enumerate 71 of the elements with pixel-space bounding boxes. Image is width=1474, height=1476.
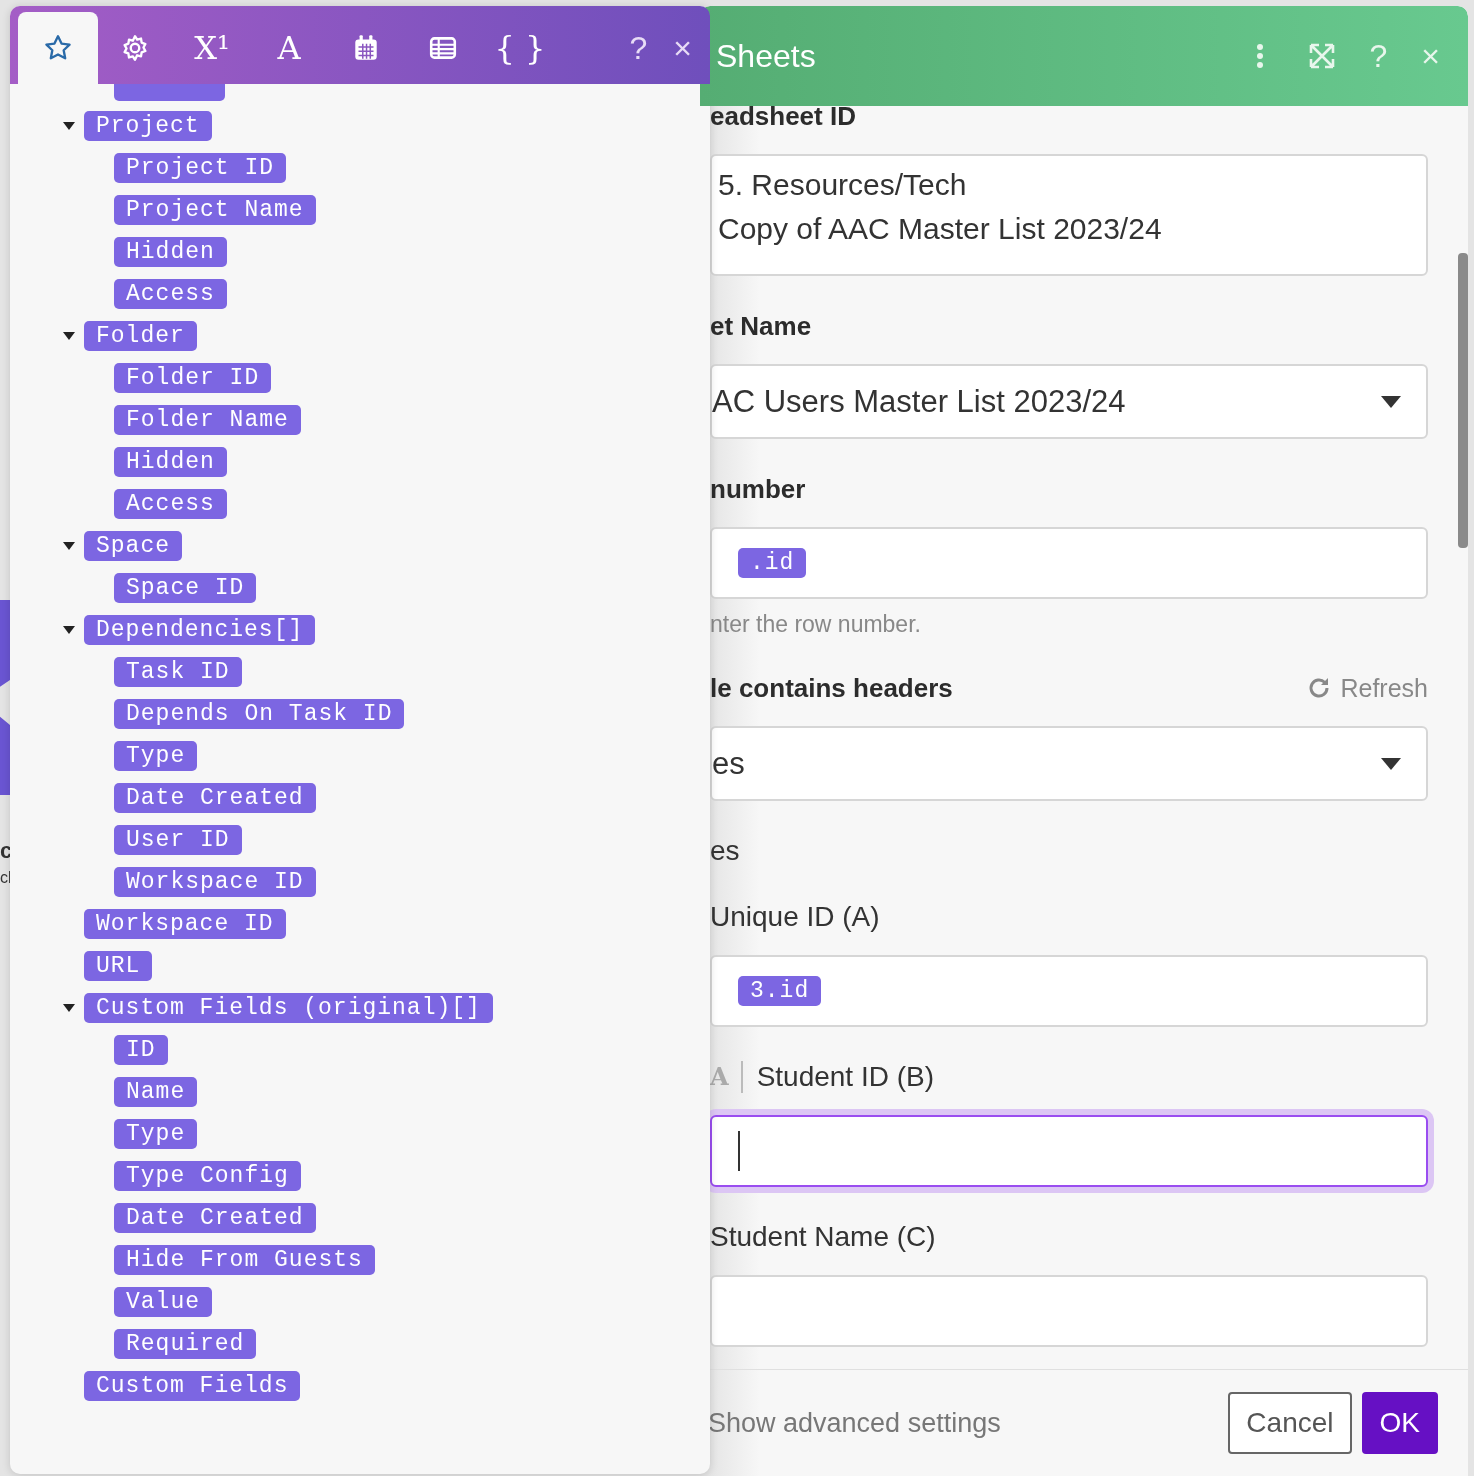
scrollbar[interactable] bbox=[1458, 253, 1468, 548]
field-chip[interactable]: Type bbox=[114, 1119, 198, 1149]
caret-icon[interactable] bbox=[62, 625, 76, 635]
spreadsheet-field[interactable]: 5. Resources/Tech Copy of AAC Master List 2023/24 bbox=[710, 154, 1428, 276]
canvas-text: cl bbox=[0, 870, 12, 886]
caret-icon[interactable] bbox=[62, 121, 76, 131]
field-chip[interactable]: Depends On Task ID bbox=[114, 699, 405, 729]
field-chip[interactable] bbox=[114, 84, 225, 101]
field-chip[interactable]: Folder bbox=[84, 321, 197, 351]
field-chip[interactable]: Folder Name bbox=[114, 405, 301, 435]
field-label: le contains headers bbox=[710, 672, 954, 704]
refresh-button[interactable]: Refresh bbox=[1306, 673, 1428, 703]
field-chip[interactable]: Workspace ID bbox=[84, 909, 286, 939]
field-chip[interactable]: Type bbox=[114, 741, 198, 771]
token-chip[interactable]: .id bbox=[738, 548, 807, 578]
header-action[interactable]: × bbox=[673, 12, 692, 84]
field-chip[interactable]: URL bbox=[84, 951, 153, 981]
field-chip[interactable]: Task ID bbox=[114, 657, 242, 687]
field-chip[interactable]: User ID bbox=[114, 825, 242, 855]
toolbar-tab[interactable]: { } bbox=[480, 12, 560, 84]
field-chip[interactable]: Access bbox=[114, 489, 227, 519]
advanced-settings-toggle[interactable]: Show advanced settings bbox=[708, 1407, 1219, 1439]
ok-button[interactable]: OK bbox=[1361, 1392, 1438, 1454]
field-label: es bbox=[710, 835, 741, 867]
hint-text: nter the row number. bbox=[710, 611, 922, 638]
input-field[interactable]: 3.id bbox=[710, 955, 1428, 1027]
cancel-button[interactable]: Cancel bbox=[1228, 1392, 1352, 1454]
field-chip[interactable]: Hide From Guests bbox=[114, 1245, 375, 1275]
field-chip[interactable]: Workspace ID bbox=[114, 867, 316, 897]
field-chip[interactable]: Space bbox=[84, 531, 182, 561]
field-chip[interactable]: Name bbox=[114, 1077, 198, 1107]
field-label: number bbox=[710, 473, 807, 505]
field-label: Student Name (C) bbox=[710, 1221, 937, 1253]
token-chip[interactable]: 3.id bbox=[738, 976, 822, 1006]
caret-icon bbox=[1380, 756, 1402, 771]
field-chip[interactable]: Custom Fields bbox=[84, 1371, 301, 1401]
caret-icon[interactable] bbox=[62, 541, 76, 551]
select-field[interactable]: es bbox=[710, 726, 1428, 801]
field-chip[interactable]: Space ID bbox=[114, 573, 257, 603]
toolbar-tab[interactable]: A bbox=[249, 12, 329, 84]
field-chip[interactable]: Date Created bbox=[114, 1203, 316, 1233]
select-field[interactable]: AC Users Master List 2023/24 bbox=[710, 364, 1428, 439]
field-chip[interactable]: Folder ID bbox=[114, 363, 272, 393]
field-label: Student ID (B) bbox=[756, 1061, 936, 1093]
field-chip[interactable]: Type Config bbox=[114, 1161, 301, 1191]
text-cursor bbox=[738, 1131, 740, 1171]
caret-icon[interactable] bbox=[62, 1003, 76, 1013]
caret-icon[interactable] bbox=[62, 331, 76, 341]
panel-title: Sheets bbox=[716, 37, 817, 75]
toolbar-tab[interactable] bbox=[18, 12, 98, 84]
field-label: et Name bbox=[710, 310, 813, 342]
input-field[interactable]: .id bbox=[710, 527, 1428, 599]
field-chip[interactable]: Hidden bbox=[114, 237, 227, 267]
field-label: Unique ID (A) bbox=[710, 901, 881, 933]
field-chip[interactable]: Custom Fields (original)[] bbox=[84, 993, 493, 1023]
toolbar-tab[interactable]: X¹ bbox=[172, 12, 252, 84]
field-chip[interactable]: Project ID bbox=[114, 153, 287, 183]
caret-icon bbox=[1380, 394, 1402, 409]
field-chip[interactable]: Hidden bbox=[114, 447, 227, 477]
header-action[interactable]: ? bbox=[629, 12, 648, 84]
field-value: Copy of AAC Master List 2023/24 bbox=[718, 212, 1163, 246]
field-chip[interactable]: ID bbox=[114, 1035, 168, 1065]
field-chip[interactable]: Required bbox=[114, 1329, 257, 1359]
field-chip[interactable]: Dependencies[] bbox=[84, 615, 316, 645]
field-label: eadsheet ID bbox=[710, 106, 857, 132]
field-value: 5. Resources/Tech bbox=[718, 168, 968, 202]
field-chip[interactable]: Date Created bbox=[114, 783, 316, 813]
field-chip[interactable]: Access bbox=[114, 279, 227, 309]
field-chip[interactable]: Project Name bbox=[114, 195, 316, 225]
field-chip[interactable]: Project bbox=[84, 111, 212, 141]
field-chip[interactable]: Value bbox=[114, 1287, 212, 1317]
